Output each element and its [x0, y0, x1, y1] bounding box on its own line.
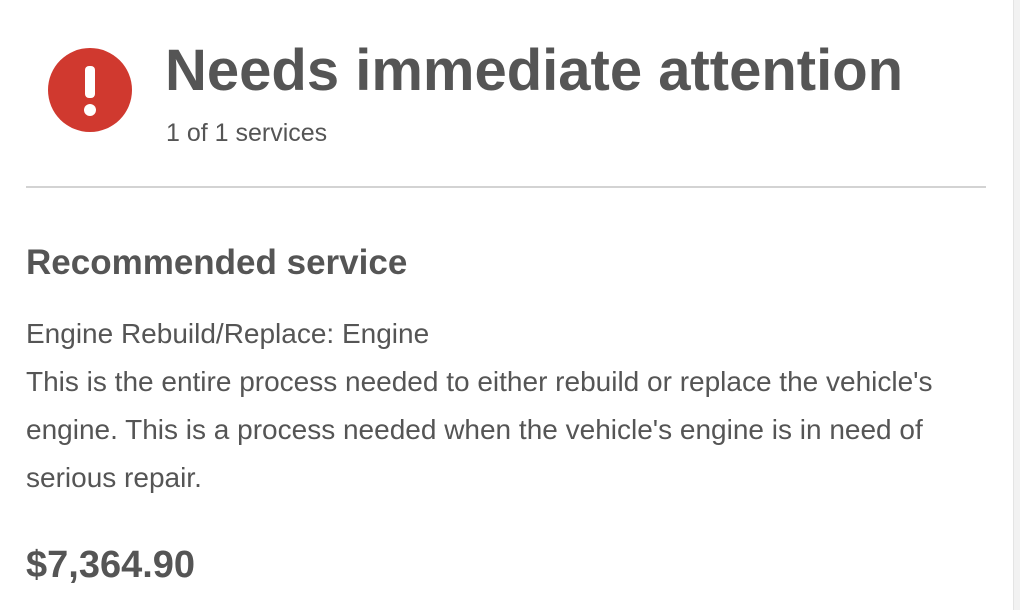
service-name: Engine Rebuild/Replace: Engine — [26, 318, 430, 349]
service-details: Engine Rebuild/Replace: Engine This is t… — [26, 310, 988, 502]
service-description: This is the entire process needed to eit… — [26, 366, 933, 493]
scrollbar-track[interactable] — [1013, 0, 1020, 610]
recommended-service-heading: Recommended service — [26, 243, 408, 282]
services-count: 1 of 1 services — [166, 119, 328, 147]
exclamation-bar — [85, 66, 95, 98]
service-price: $7,364.90 — [26, 544, 196, 586]
exclamation-circle-icon — [48, 48, 132, 132]
status-title: Needs immediate attention — [165, 38, 904, 103]
section-divider — [26, 186, 986, 188]
exclamation-dot — [84, 104, 96, 116]
